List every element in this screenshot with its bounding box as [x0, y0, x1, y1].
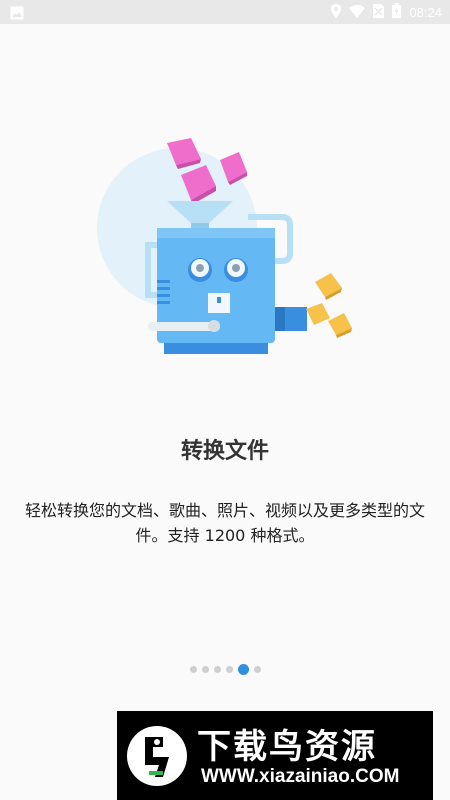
funnel-neck — [191, 223, 209, 228]
watermark-banner: 下载鸟资源 WWW.xiazainiao.COM — [117, 711, 433, 800]
page-dot-active[interactable] — [237, 664, 249, 675]
page-dot[interactable] — [225, 666, 233, 673]
location-icon — [331, 3, 342, 22]
battery-icon — [392, 2, 402, 22]
machine-base — [164, 343, 268, 354]
page-dot[interactable] — [189, 666, 197, 673]
onboarding-title: 转换文件 — [180, 439, 269, 464]
machine-eye-left — [188, 258, 212, 282]
onboarding-description: 轻松转换您的文档、歌曲、照片、视频以及更多类型的文件。支持 1200 种格式。 — [24, 501, 425, 545]
yellow-cube-icon — [306, 303, 330, 325]
watermark-url: WWW.xiazainiao.COM — [201, 766, 400, 787]
image-icon — [10, 5, 24, 24]
machine-mouth — [208, 293, 230, 313]
page-indicator[interactable] — [0, 664, 450, 675]
machine-eye-right — [224, 258, 248, 282]
yellow-cube-icon — [315, 273, 342, 300]
status-bar: 08:24 — [0, 0, 450, 24]
status-time: 08:24 — [409, 4, 442, 20]
no-sim-icon — [373, 3, 385, 22]
page-dot[interactable] — [201, 666, 209, 673]
watermark-title: 下载鸟资源 — [197, 727, 377, 767]
converter-machine-illustration — [97, 138, 352, 354]
machine-top — [157, 228, 275, 238]
page-dot[interactable] — [253, 666, 261, 673]
bird-logo-icon — [127, 726, 187, 786]
wifi-icon — [349, 3, 366, 22]
page-dot[interactable] — [213, 666, 221, 673]
yellow-cube-icon — [328, 313, 352, 338]
